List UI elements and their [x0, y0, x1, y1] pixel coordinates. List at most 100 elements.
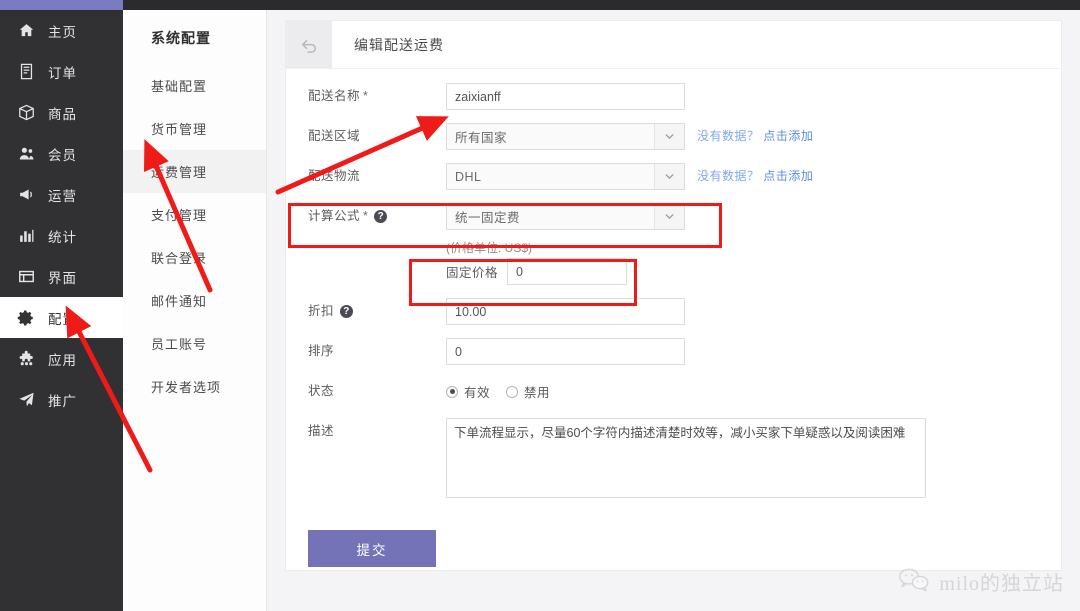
sidebar-item-4[interactable]: 会员: [0, 133, 123, 174]
sidebar-item-label: 订单: [48, 62, 77, 82]
submenu-item-3[interactable]: 运费管理: [123, 150, 266, 193]
field-row-status: 状态 有效 禁用: [286, 378, 1061, 407]
region-select[interactable]: 所有国家: [446, 123, 685, 150]
sidebar-item-label: 应用: [48, 349, 77, 369]
label-formula-text: 计算公式: [308, 203, 360, 230]
question-mark-icon[interactable]: ?: [374, 210, 387, 223]
status-radio-2[interactable]: 禁用: [506, 382, 550, 401]
submit-row: 提交: [286, 512, 1061, 567]
edit-shipping-card: 编辑配送运费 配送名称 * 配送区域: [285, 20, 1062, 571]
label-region: 配送区域: [286, 123, 446, 150]
sidebar-item-label: 统计: [48, 226, 77, 246]
chevron-down-icon: [654, 164, 684, 189]
formula-select-value: 统一固定费: [447, 207, 654, 226]
field-row-sort: 排序: [286, 338, 1061, 367]
control-name: [446, 83, 1061, 110]
status-radio-label: 有效: [464, 382, 490, 401]
logistics-add-link-wrap: 没有数据？ 点击添加: [697, 163, 813, 190]
field-row-logistics: 配送物流 DHL 没有数据？ 点击添加: [286, 163, 1061, 192]
formula-select[interactable]: 统一固定费: [446, 203, 685, 230]
back-arrow-icon: [299, 35, 319, 55]
sidebar-item-label: 运营: [48, 185, 77, 205]
submenu-item-8[interactable]: 开发者选项: [123, 365, 266, 408]
label-description: 描述: [286, 418, 446, 445]
paper-plane-icon: [14, 390, 38, 410]
logistics-add-link[interactable]: 点击添加: [763, 169, 813, 183]
control-status: 有效 禁用: [446, 378, 1061, 405]
card-header: 编辑配送运费: [286, 21, 1061, 69]
sidebar-item-10[interactable]: 推广: [0, 379, 123, 420]
submenu-item-7[interactable]: 员工账号: [123, 322, 266, 365]
question-mark-icon[interactable]: ?: [340, 305, 353, 318]
label-name: 配送名称 *: [286, 83, 446, 110]
app-root: 主页订单商品会员运营统计界面配置应用推广 系统配置 基础配置货币管理运费管理支付…: [0, 0, 1080, 611]
sidebar-item-5[interactable]: 运营: [0, 174, 123, 215]
logistics-select[interactable]: DHL: [446, 163, 685, 190]
field-row-formula: 计算公式 * ? 统一固定费: [286, 203, 1061, 232]
sidebar-item-1[interactable]: 主页: [0, 10, 123, 51]
field-row-fixed-price: 固定价格: [446, 257, 1061, 286]
settings-submenu: 系统配置 基础配置货币管理运费管理支付管理联合登录邮件通知员工账号开发者选项: [123, 10, 267, 611]
status-radio-group: 有效 禁用: [446, 378, 1061, 405]
order-icon: [14, 62, 38, 82]
sort-input[interactable]: [446, 338, 685, 365]
description-textarea[interactable]: 下单流程显示，尽量60个字符内描述清楚时效等，减小买家下单疑惑以及阅读困难: [446, 418, 926, 498]
status-radio-label: 禁用: [524, 382, 550, 401]
status-radio-1[interactable]: 有效: [446, 382, 490, 401]
field-row-region: 配送区域 所有国家 没有数据？ 点击添加: [286, 123, 1061, 152]
topbar-accent-strip: [0, 0, 123, 10]
submenu-item-5[interactable]: 联合登录: [123, 236, 266, 279]
box-icon: [14, 103, 38, 123]
radio-dot-icon: [446, 386, 458, 398]
submenu-item-1[interactable]: 基础配置: [123, 64, 266, 107]
page-title: 编辑配送运费: [332, 21, 444, 68]
sidebar-item-3[interactable]: 商品: [0, 92, 123, 133]
fixed-price-input[interactable]: [507, 258, 627, 285]
region-add-link-wrap: 没有数据？ 点击添加: [697, 123, 813, 150]
layout-icon: [14, 267, 38, 287]
sidebar-item-6[interactable]: 统计: [0, 215, 123, 256]
sidebar-item-8[interactable]: 配置: [0, 297, 123, 338]
sidebar-item-label: 界面: [48, 267, 77, 287]
users-icon: [14, 144, 38, 164]
sidebar-item-label: 会员: [48, 144, 77, 164]
discount-input[interactable]: [446, 298, 685, 325]
logistics-no-data-text: 没有数据？: [697, 169, 760, 183]
label-discount: 折扣 ?: [286, 298, 446, 325]
sidebar-item-7[interactable]: 界面: [0, 256, 123, 297]
shipping-name-input[interactable]: [446, 83, 685, 110]
sidebar-item-2[interactable]: 订单: [0, 51, 123, 92]
gear-icon: [14, 308, 38, 328]
chart-bar-icon: [14, 226, 38, 246]
label-logistics: 配送物流: [286, 163, 446, 190]
sidebar-item-label: 商品: [48, 103, 77, 123]
region-add-link[interactable]: 点击添加: [763, 129, 813, 143]
topbar-dark-strip: [123, 0, 1080, 10]
sidebar-item-9[interactable]: 应用: [0, 338, 123, 379]
radio-dot-icon: [506, 386, 518, 398]
submit-button[interactable]: 提交: [308, 530, 436, 567]
content-area: 编辑配送运费 配送名称 * 配送区域: [267, 10, 1080, 611]
sidebar-item-label: 主页: [48, 21, 77, 41]
chevron-down-icon: [654, 124, 684, 149]
submenu-item-6[interactable]: 邮件通知: [123, 279, 266, 322]
puzzle-icon: [14, 349, 38, 369]
submenu-title: 系统配置: [123, 10, 266, 64]
required-mark-name: *: [363, 83, 368, 110]
label-fixed-price: 固定价格: [446, 262, 498, 281]
label-sort: 排序: [286, 338, 446, 365]
control-region: 所有国家 没有数据？ 点击添加: [446, 123, 1061, 150]
label-status: 状态: [286, 378, 446, 405]
home-icon: [14, 21, 38, 41]
shipping-form: 配送名称 * 配送区域 所有国家: [286, 69, 1061, 567]
back-button[interactable]: [286, 21, 332, 68]
control-discount: [446, 298, 1061, 325]
submenu-list: 基础配置货币管理运费管理支付管理联合登录邮件通知员工账号开发者选项: [123, 64, 266, 408]
sidebar-item-label: 推广: [48, 390, 77, 410]
logistics-select-value: DHL: [447, 170, 654, 184]
main-sidebar: 主页订单商品会员运营统计界面配置应用推广: [0, 10, 123, 611]
submenu-item-2[interactable]: 货币管理: [123, 107, 266, 150]
submenu-item-4[interactable]: 支付管理: [123, 193, 266, 236]
field-row-discount: 折扣 ?: [286, 298, 1061, 327]
sidebar-item-label: 配置: [48, 308, 77, 328]
